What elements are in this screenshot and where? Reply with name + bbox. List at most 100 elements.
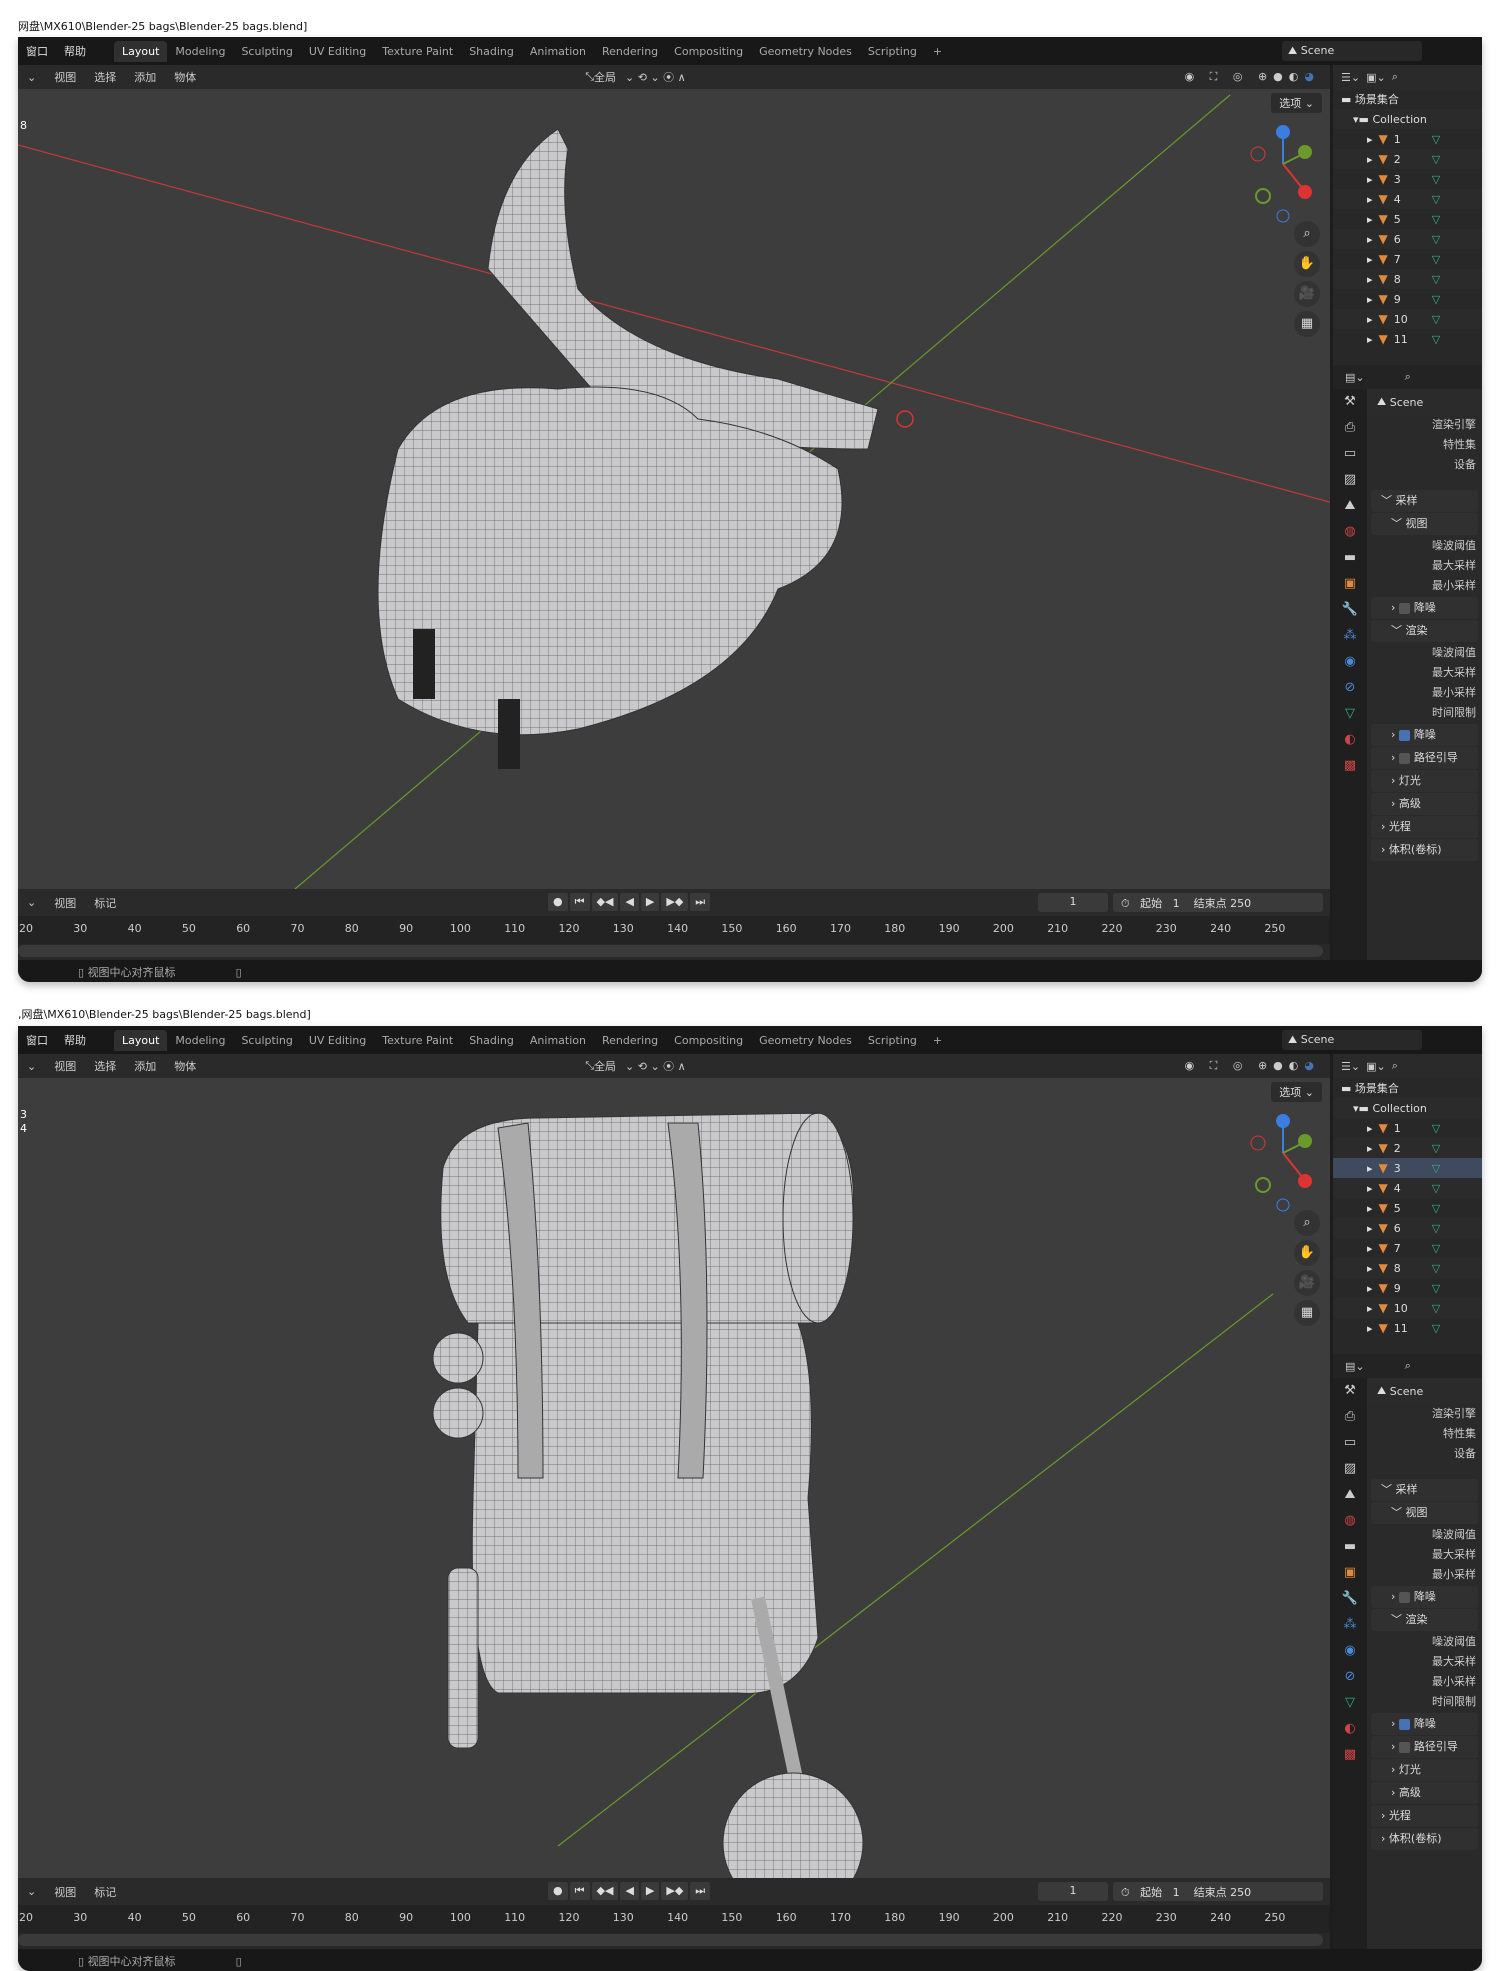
panel-denoise-render[interactable]: › 降噪 (1371, 724, 1478, 746)
modifier-tab-icon[interactable]: 🔧 (1333, 597, 1367, 623)
workspace-tab[interactable]: Animation (522, 1030, 594, 1051)
workspace-tab[interactable]: Sculpting (233, 41, 300, 62)
collection-tab-icon[interactable]: ▬ (1333, 545, 1367, 571)
keyframe-dot-icon[interactable]: ● (548, 1882, 568, 1900)
outliner-collection[interactable]: ▾ ▬ Collection (1333, 109, 1482, 129)
outliner-item[interactable]: ▸ ▼ 7 ▽ (1333, 249, 1482, 269)
workspace-tab[interactable]: Layout (114, 40, 168, 62)
options-dropdown[interactable]: 选项 ⌄ (1271, 1082, 1322, 1102)
display-mode-icon[interactable]: ☰⌄ (1341, 71, 1360, 84)
3d-viewport[interactable]: 8 选项 ⌄ ⌕ ✋ 🎥 ▦ (18, 89, 1330, 889)
workspace-tab[interactable]: Modeling (167, 1030, 233, 1051)
jump-start-icon[interactable]: ⏮ (569, 893, 590, 911)
timeline-menu-item[interactable]: 视图 (45, 1884, 85, 1900)
hand-pan-icon[interactable]: ✋ (1294, 251, 1320, 277)
outliner-item[interactable]: ▸ ▼ 7 ▽ (1333, 1238, 1482, 1258)
workspace-tab[interactable]: + (925, 41, 950, 62)
timeline-scrollbar[interactable] (18, 945, 1323, 957)
filter-icon[interactable]: ▣⌄ (1366, 71, 1386, 84)
workspace-tab[interactable]: UV Editing (301, 41, 374, 62)
workspace-tab[interactable]: Modeling (167, 41, 233, 62)
keyframe-dot-icon[interactable]: ● (548, 893, 568, 911)
outliner-item[interactable]: ▸ ▼ 4 ▽ (1333, 1178, 1482, 1198)
panel-lights[interactable]: › 灯光 (1371, 1759, 1478, 1781)
tool-tab-icon[interactable]: ⚒ (1333, 1378, 1367, 1404)
object-tab-icon[interactable]: ▣ (1333, 571, 1367, 597)
menu-item[interactable]: 帮助 (56, 1032, 94, 1048)
panel-sampling[interactable]: ﹀ 采样 (1371, 490, 1478, 512)
panel-path-guiding[interactable]: › 路径引导 (1371, 1736, 1478, 1758)
grid-icon[interactable]: ▦ (1294, 311, 1320, 337)
workspace-tab[interactable]: Scripting (860, 41, 925, 62)
search-icon[interactable]: ⌕ (1405, 370, 1411, 384)
checkbox[interactable] (1398, 602, 1410, 614)
outliner-item[interactable]: ▸ ▼ 2 ▽ (1333, 149, 1482, 169)
menu-item[interactable]: 帮助 (56, 43, 94, 59)
workspace-tab[interactable]: Sculpting (233, 1030, 300, 1051)
tool-tab-icon[interactable]: ⚒ (1333, 389, 1367, 415)
checkbox-checked[interactable] (1398, 1718, 1410, 1730)
workspace-tab[interactable]: Shading (461, 1030, 522, 1051)
options-dropdown[interactable]: 选项 ⌄ (1271, 93, 1322, 113)
view-layer-tab-icon[interactable]: ▨ (1333, 1456, 1367, 1482)
viewport-menu-item[interactable]: 添加 (125, 69, 165, 85)
checkbox[interactable] (1398, 752, 1410, 764)
frame-range[interactable]: ⏱ 起始 1 结束点 250 (1113, 893, 1323, 912)
panel-volumes[interactable]: › 体积(卷标) (1371, 839, 1478, 861)
viewport-menu-item[interactable]: 视图 (45, 1058, 85, 1074)
checkbox-checked[interactable] (1398, 729, 1410, 741)
panel-advanced[interactable]: › 高级 (1371, 1782, 1478, 1804)
panel-light-paths[interactable]: › 光程 (1371, 1805, 1478, 1827)
material-tab-icon[interactable]: ◐ (1333, 1716, 1367, 1742)
panel-denoise[interactable]: › 降噪 (1371, 597, 1478, 619)
panel-path-guiding[interactable]: › 路径引导 (1371, 747, 1478, 769)
next-key-icon[interactable]: ▶◆ (661, 1882, 689, 1900)
scene-selector[interactable]: ⛰ Scene (1282, 1030, 1422, 1050)
outliner-item[interactable]: ▸ ▼ 11 ▽ (1333, 1318, 1482, 1338)
world-tab-icon[interactable]: ◍ (1333, 519, 1367, 545)
panel-light-paths[interactable]: › 光程 (1371, 816, 1478, 838)
workspace-tab[interactable]: Geometry Nodes (751, 1030, 860, 1051)
texture-tab-icon[interactable]: ▩ (1333, 1742, 1367, 1768)
workspace-tab[interactable]: Shading (461, 41, 522, 62)
prev-key-icon[interactable]: ◆◀ (591, 1882, 619, 1900)
shading-buttons[interactable]: ◉ ⛶ ◎ ⊕●◐◕ (1185, 1059, 1330, 1073)
world-tab-icon[interactable]: ◍ (1333, 1508, 1367, 1534)
timeline-menu-item[interactable]: 标记 (85, 895, 125, 911)
play-icon[interactable]: ▶ (640, 1882, 660, 1900)
transform-orientation[interactable]: 全局 (594, 69, 616, 85)
scene-selector[interactable]: ⛰ Scene (1282, 41, 1422, 61)
data-tab-icon[interactable]: ▽ (1333, 1690, 1367, 1716)
workspace-tab[interactable]: Layout (114, 1029, 168, 1051)
outliner-item[interactable]: ▸ ▼ 10 ▽ (1333, 1298, 1482, 1318)
panel-viewport[interactable]: ﹀ 视图 (1371, 1502, 1478, 1524)
panel-sampling[interactable]: ﹀ 采样 (1371, 1479, 1478, 1501)
viewport-menu-item[interactable]: 添加 (125, 1058, 165, 1074)
material-tab-icon[interactable]: ◐ (1333, 727, 1367, 753)
3d-viewport[interactable]: 3 4 选项 ⌄ ⌕ ✋ 🎥 ▦ (18, 1078, 1330, 1878)
play-icon[interactable]: ▶ (640, 893, 660, 911)
current-frame-field[interactable]: 1 (1038, 893, 1108, 912)
panel-viewport[interactable]: ﹀ 视图 (1371, 513, 1478, 535)
data-tab-icon[interactable]: ▽ (1333, 701, 1367, 727)
timeline-menu-item[interactable]: 标记 (85, 1884, 125, 1900)
workspace-tab[interactable]: Scripting (860, 1030, 925, 1051)
outliner-item[interactable]: ▸ ▼ 1 ▽ (1333, 129, 1482, 149)
next-key-icon[interactable]: ▶◆ (661, 893, 689, 911)
editor-type-icon[interactable]: ▤⌄ (1345, 371, 1365, 384)
workspace-tab[interactable]: + (925, 1030, 950, 1051)
physics-tab-icon[interactable]: ◉ (1333, 1638, 1367, 1664)
timeline-menu-item[interactable]: 视图 (45, 895, 85, 911)
grid-icon[interactable]: ▦ (1294, 1300, 1320, 1326)
filter-icon[interactable]: ▣⌄ (1366, 1060, 1386, 1073)
outliner-item[interactable]: ▸ ▼ 3 ▽ (1333, 1158, 1482, 1178)
jump-start-icon[interactable]: ⏮ (569, 1882, 590, 1900)
frame-range[interactable]: ⏱ 起始 1 结束点 250 (1113, 1882, 1323, 1901)
prev-key-icon[interactable]: ◆◀ (591, 893, 619, 911)
panel-advanced[interactable]: › 高级 (1371, 793, 1478, 815)
workspace-tab[interactable]: Geometry Nodes (751, 41, 860, 62)
render-tab-icon[interactable]: ⎙ (1333, 415, 1367, 441)
viewport-menu-item[interactable]: 视图 (45, 69, 85, 85)
current-frame-field[interactable]: 1 (1038, 1882, 1108, 1901)
outliner-item[interactable]: ▸ ▼ 10 ▽ (1333, 309, 1482, 329)
